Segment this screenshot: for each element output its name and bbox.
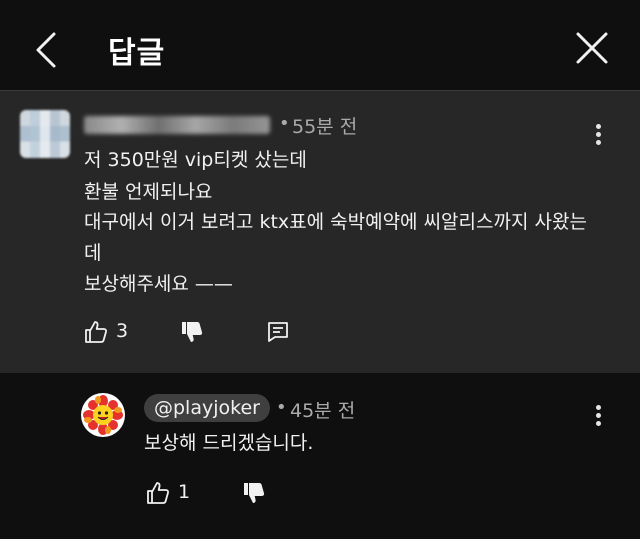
avatar[interactable] <box>20 110 70 158</box>
author-name-redacted <box>84 116 270 134</box>
reply-icon[interactable] <box>266 320 290 344</box>
meta-separator: • <box>279 113 290 134</box>
like-count: 3 <box>116 320 129 342</box>
like-count: 1 <box>178 481 191 503</box>
comment-line: 대구에서 이거 보려고 ktx표에 숙박예약에 씨알리스까지 사왔는 <box>84 211 587 233</box>
reply-time: 45분 전 <box>290 400 356 422</box>
top-bar: 답글 <box>0 0 640 90</box>
comment-time: 55분 전 <box>292 116 358 138</box>
thumbs-down-icon[interactable] <box>242 481 266 505</box>
thumbs-down-icon[interactable] <box>180 320 204 344</box>
page-title: 답글 <box>108 36 166 71</box>
meta-separator: • <box>276 397 287 418</box>
avatar[interactable] <box>80 392 126 438</box>
parent-comment: • 55분 전 저 350만원 vip티켓 샀는데 환불 언제되나요 대구에서 … <box>0 91 640 373</box>
more-vert-icon[interactable] <box>590 121 606 149</box>
thumbs-up-icon[interactable] <box>146 481 170 505</box>
comment-line: 보상해주세요 —— <box>84 273 233 295</box>
comment-line: 데 <box>84 242 102 264</box>
more-vert-icon[interactable] <box>590 402 606 430</box>
thumbs-up-icon[interactable] <box>84 320 108 344</box>
chevron-left-icon[interactable] <box>30 30 64 70</box>
comment-line: 저 350만원 vip티켓 샀는데 <box>84 149 307 171</box>
reply-text: 보상해 드리겠습니다. <box>144 432 314 454</box>
reply-author-handle[interactable]: @playjoker <box>144 394 270 422</box>
comment-line: 환불 언제되나요 <box>84 181 213 203</box>
close-icon[interactable] <box>572 28 612 68</box>
